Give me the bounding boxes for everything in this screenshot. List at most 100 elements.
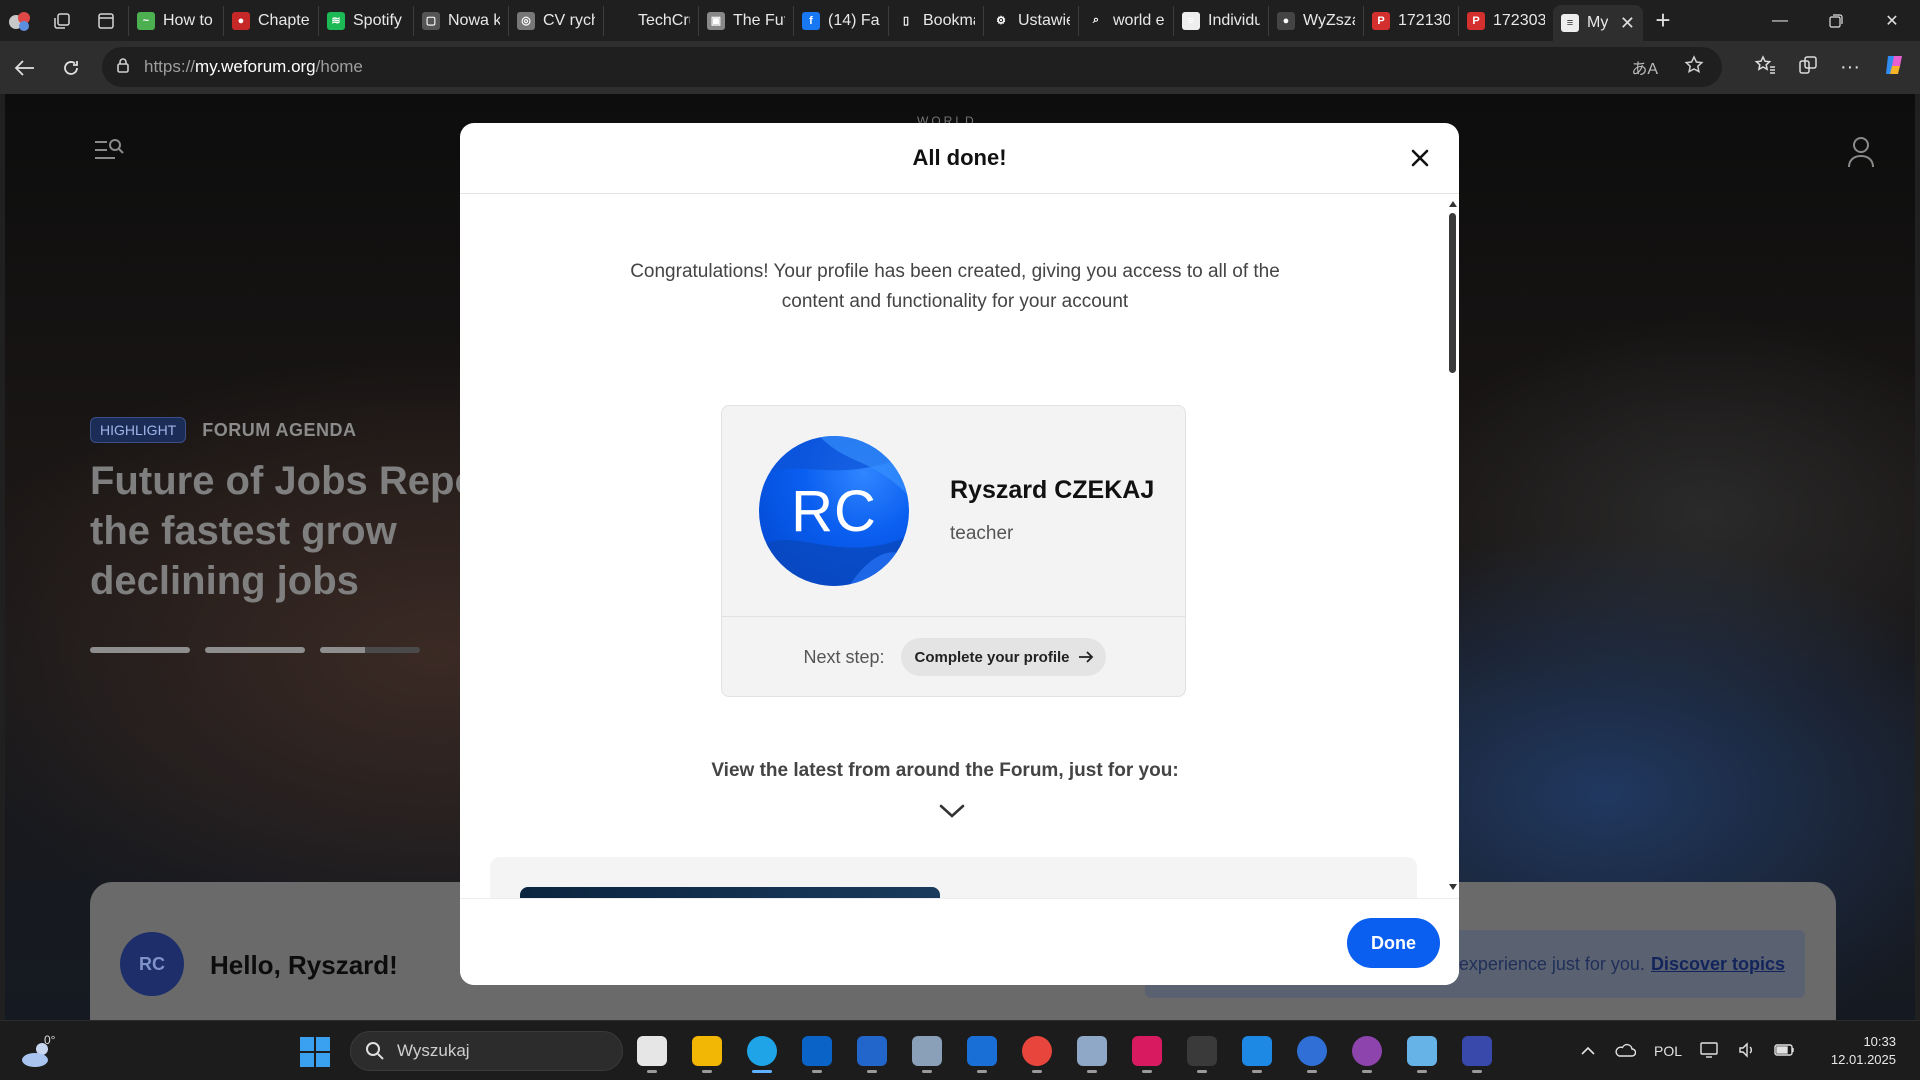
browser-tab[interactable]: ● Chapter [223, 5, 318, 36]
save-app-icon[interactable] [1457, 1029, 1497, 1073]
hero-category[interactable]: FORUM AGENDA [202, 420, 356, 441]
taskbar: 0° Wyszukaj POL 10:33 12.01.2025 [0, 1020, 1920, 1080]
network-icon[interactable] [1700, 1041, 1720, 1062]
welcome-greeting: Hello, Ryszard! [210, 950, 398, 980]
feed-card-image[interactable] [520, 887, 940, 898]
done-button[interactable]: Done [1347, 918, 1440, 968]
browser-tab[interactable]: f (14) Fac [793, 5, 888, 36]
back-button[interactable] [2, 48, 48, 88]
volume-icon[interactable] [1738, 1041, 1756, 1061]
chevron-down-icon[interactable] [938, 803, 966, 824]
settings-icon[interactable] [907, 1029, 947, 1073]
profile-name: Ryszard CZEKAJ [950, 476, 1155, 504]
close-tab-icon[interactable]: ✕ [1620, 13, 1635, 34]
browser-tab[interactable]: ▢ Nowa k [413, 5, 508, 36]
divider [722, 616, 1185, 617]
feed-card[interactable] [490, 857, 1417, 898]
user-account-icon[interactable] [1847, 136, 1875, 173]
close-window-button[interactable]: ✕ [1864, 0, 1920, 41]
running-indicator [752, 1070, 772, 1073]
tab-title: The Fut [733, 11, 785, 29]
browser-tab[interactable]: ⚙ Ustawie [983, 5, 1078, 36]
outlook-icon[interactable] [797, 1029, 837, 1073]
edge-browser-icon[interactable] [742, 1029, 782, 1073]
collections-icon[interactable] [1798, 55, 1818, 80]
favorites-icon[interactable] [1754, 55, 1776, 80]
browser-tab[interactable]: ~ How to [128, 5, 223, 36]
scroll-up-arrow-icon[interactable] [1449, 201, 1457, 207]
running-indicator [647, 1070, 657, 1073]
browser-tab[interactable]: P 172130 [1363, 5, 1458, 36]
running-indicator [1197, 1070, 1207, 1073]
defender-icon[interactable] [962, 1029, 1002, 1073]
favorite-star-icon[interactable] [1684, 54, 1704, 80]
restore-button[interactable] [1808, 0, 1864, 41]
avatar-initials: RC [791, 478, 877, 544]
rider-app-icon[interactable] [1127, 1029, 1167, 1073]
minimize-button[interactable]: — [1752, 0, 1808, 41]
browser-tab[interactable]: P 172303 [1458, 5, 1553, 36]
close-icon[interactable] [1407, 145, 1433, 171]
terminal-app-icon[interactable] [632, 1029, 672, 1073]
thunderbird-icon[interactable] [1292, 1029, 1332, 1073]
translate-icon[interactable]: あA [1631, 55, 1658, 79]
virtualbox-icon[interactable] [1072, 1029, 1112, 1073]
chrome-glyph [1022, 1036, 1052, 1066]
vertical-tabs-icon[interactable] [84, 0, 128, 41]
new-tab-button[interactable]: + [1643, 0, 1683, 41]
battery-icon[interactable] [1774, 1043, 1796, 1060]
browser-tab[interactable]: ⌕ world e [1078, 5, 1173, 36]
lock-icon[interactable] [116, 57, 130, 78]
copilot-icon[interactable] [1882, 53, 1906, 82]
browser-tab[interactable]: ● WyZsza [1268, 5, 1363, 36]
slide-indicator[interactable] [320, 647, 420, 653]
language-indicator[interactable]: POL [1654, 1043, 1682, 1059]
onedrive-icon[interactable] [1614, 1043, 1637, 1060]
file-explorer-icon[interactable] [687, 1029, 727, 1073]
running-indicator [1252, 1070, 1262, 1073]
browser-tab[interactable]: ▣ The Fut [698, 5, 793, 36]
scrollbar[interactable] [1445, 195, 1459, 898]
windows-logo-icon [300, 1037, 330, 1067]
remote-desktop-icon[interactable] [1402, 1029, 1442, 1073]
address-bar[interactable]: https://my.weforum.org/home あA [102, 47, 1722, 87]
slide-indicator[interactable] [90, 647, 190, 653]
tab-favicon: ~ [137, 11, 155, 30]
chevron-up-icon[interactable] [1580, 1043, 1596, 1059]
running-indicator [1472, 1070, 1482, 1073]
github-desktop-icon[interactable] [1347, 1029, 1387, 1073]
file-explorer-glyph [692, 1036, 722, 1066]
running-indicator [1307, 1070, 1317, 1073]
chrome-icon[interactable] [1017, 1029, 1057, 1073]
running-indicator [1417, 1070, 1427, 1073]
discover-topics-link[interactable]: Discover topics [1651, 954, 1785, 975]
scroll-down-arrow-icon[interactable] [1449, 884, 1457, 890]
browser-tab[interactable]: ≡ Individu [1173, 5, 1268, 36]
cmd-terminal-icon[interactable] [1182, 1029, 1222, 1073]
dialog-body[interactable]: Congratulations! Your profile has been c… [460, 195, 1459, 898]
avatar[interactable]: RC [120, 932, 184, 996]
browser-tab[interactable]: ◎ CV rych [508, 5, 603, 36]
workspace-icon[interactable] [0, 0, 40, 41]
outlook-glyph [802, 1036, 832, 1066]
taskbar-search[interactable]: Wyszukaj [350, 1031, 623, 1071]
ms-store-icon[interactable] [852, 1029, 892, 1073]
browser-tab[interactable]: ≋ Spotify [318, 5, 413, 36]
start-button[interactable] [300, 1037, 330, 1072]
browser-tab[interactable]: TechCru [603, 5, 698, 36]
tab-title: 172130 [1398, 11, 1450, 29]
scrollbar-thumb[interactable] [1449, 213, 1456, 373]
url-text[interactable]: https://my.weforum.org/home [144, 57, 363, 77]
tab-actions-icon[interactable] [40, 0, 84, 41]
azure-data-studio-icon[interactable] [1237, 1029, 1277, 1073]
refresh-button[interactable] [48, 48, 94, 88]
browser-tab[interactable]: ▯ Bookma [888, 5, 983, 36]
tab-favicon: ≋ [327, 11, 345, 30]
menu-search-icon[interactable] [93, 138, 125, 169]
complete-profile-button[interactable]: Complete your profile [900, 638, 1106, 676]
tab-active[interactable]: ≡ My ✕ [1553, 5, 1643, 41]
more-menu-icon[interactable]: ··· [1840, 56, 1860, 79]
slide-indicator[interactable] [205, 647, 305, 653]
clock[interactable]: 10:33 12.01.2025 [1831, 1033, 1896, 1069]
weather-widget[interactable]: 0° [20, 1031, 64, 1071]
